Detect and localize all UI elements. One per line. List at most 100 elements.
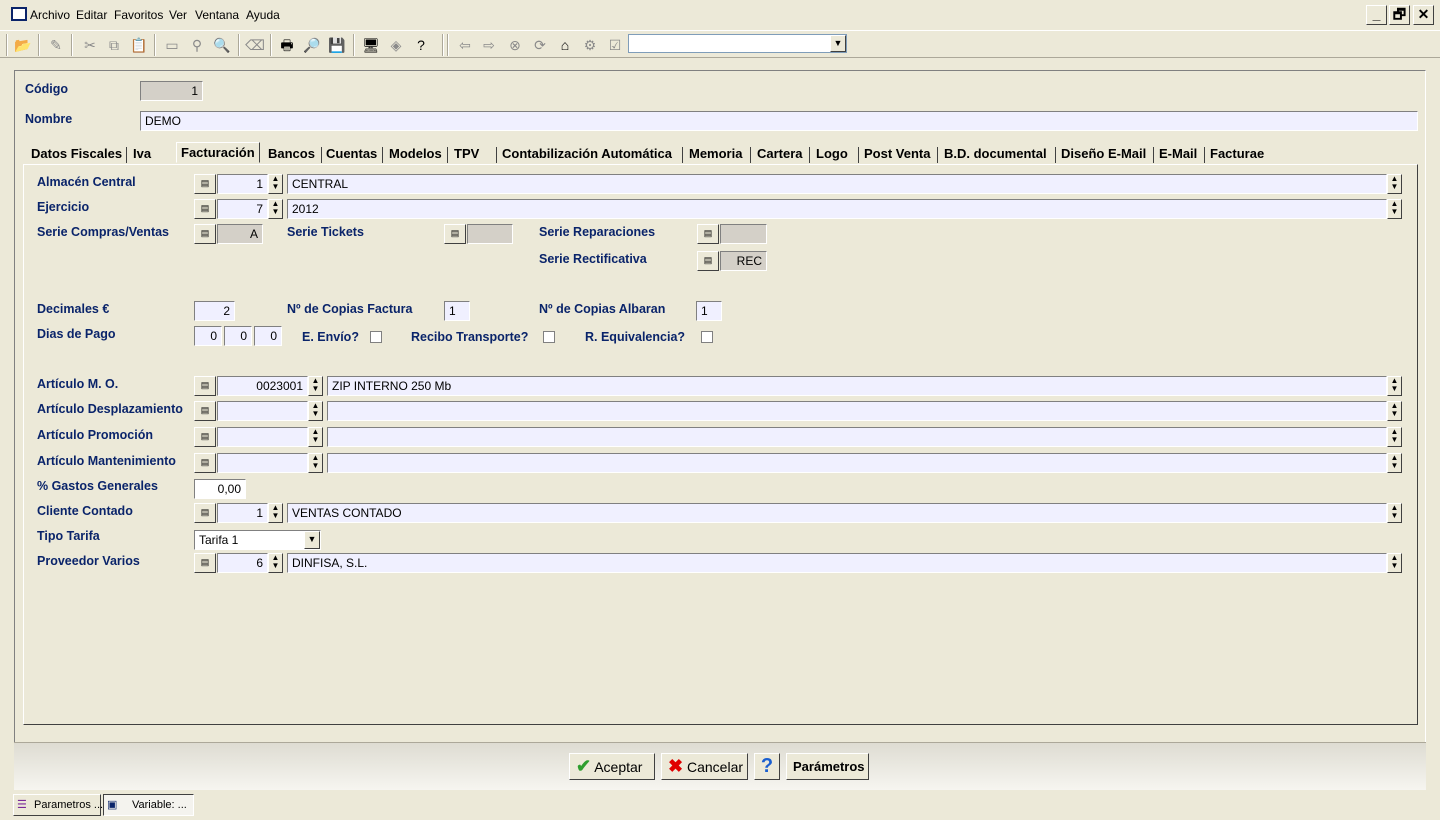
lookup-icon[interactable]: ▤ bbox=[194, 199, 216, 219]
spinner-icon[interactable]: ▲ ▼ bbox=[308, 376, 323, 396]
task-variable[interactable]: ▣ Variable: ... bbox=[103, 794, 194, 816]
scroll-spinner-icon[interactable]: ▲ ▼ bbox=[1387, 199, 1402, 219]
almacen-code-field[interactable]: 1 bbox=[217, 174, 268, 194]
tab-bancos[interactable]: Bancos bbox=[268, 146, 315, 161]
back-arrow-icon[interactable]: ⇦ bbox=[455, 35, 475, 55]
binoculars-icon[interactable]: ⚲ bbox=[187, 35, 207, 55]
menu-favoritos[interactable]: Favoritos bbox=[114, 8, 163, 22]
lookup-icon[interactable]: ▤ bbox=[194, 503, 216, 523]
e-envio-checkbox[interactable] bbox=[370, 331, 382, 343]
copias-factura-field[interactable]: 1 bbox=[444, 301, 470, 321]
window-icon[interactable]: ▭ bbox=[162, 35, 182, 55]
tab-bd-documental[interactable]: B.D. documental bbox=[944, 146, 1047, 161]
r-equivalencia-checkbox[interactable] bbox=[701, 331, 713, 343]
tab-email[interactable]: E-Mail bbox=[1159, 146, 1197, 161]
print-icon[interactable]: 🖶 bbox=[277, 35, 297, 55]
scroll-spinner-icon[interactable]: ▲ ▼ bbox=[1387, 453, 1402, 473]
save-icon[interactable]: 💾 bbox=[327, 35, 347, 55]
menu-ver[interactable]: Ver bbox=[169, 8, 187, 22]
spinner-icon[interactable]: ▲ ▼ bbox=[268, 199, 283, 219]
ejercicio-code-field[interactable]: 7 bbox=[217, 199, 268, 219]
proveedor-varios-code-field[interactable]: 6 bbox=[217, 553, 268, 573]
cliente-contado-code-field[interactable]: 1 bbox=[217, 503, 268, 523]
chevron-down-icon[interactable]: ▼ bbox=[304, 531, 320, 549]
articulo-desplazamiento-code-field[interactable] bbox=[217, 401, 308, 421]
search-icon[interactable]: 🔍 bbox=[212, 35, 232, 55]
lookup-icon[interactable]: ▤ bbox=[194, 427, 216, 447]
decimales-field[interactable]: 2 bbox=[194, 301, 235, 321]
home-icon[interactable]: ⌂ bbox=[555, 35, 575, 55]
tab-iva[interactable]: Iva bbox=[133, 146, 151, 161]
tab-datos-fiscales[interactable]: Datos Fiscales bbox=[31, 146, 122, 161]
articulo-promocion-desc-field[interactable] bbox=[327, 427, 1387, 447]
lookup-icon[interactable]: ▤ bbox=[194, 553, 216, 573]
scroll-spinner-icon[interactable]: ▲ ▼ bbox=[1387, 174, 1402, 194]
serie-cv-field[interactable]: A bbox=[217, 224, 263, 244]
articulo-promocion-code-field[interactable] bbox=[217, 427, 308, 447]
dias-pago-2-field[interactable]: 0 bbox=[224, 326, 252, 346]
aceptar-button[interactable]: ✔ Aceptar bbox=[569, 753, 655, 780]
menu-editar[interactable]: Editar bbox=[76, 8, 107, 22]
codigo-field[interactable]: 1 bbox=[140, 81, 203, 101]
forward-arrow-icon[interactable]: ⇨ bbox=[479, 35, 499, 55]
diamond-icon[interactable]: ◈ bbox=[386, 35, 406, 55]
lookup-icon[interactable]: ▤ bbox=[194, 376, 216, 396]
cliente-contado-desc-field[interactable]: VENTAS CONTADO bbox=[287, 503, 1387, 523]
tab-modelos[interactable]: Modelos bbox=[389, 146, 442, 161]
ejercicio-desc-field[interactable]: 2012 bbox=[287, 199, 1387, 219]
close-button[interactable]: ✕ bbox=[1413, 5, 1434, 25]
parametros-button[interactable]: Parámetros bbox=[786, 753, 869, 780]
open-folder-icon[interactable]: 📂 bbox=[13, 35, 33, 55]
spinner-icon[interactable]: ▲ ▼ bbox=[308, 453, 323, 473]
copy-icon[interactable]: ⧉ bbox=[104, 35, 124, 55]
spinner-icon[interactable]: ▲ ▼ bbox=[268, 174, 283, 194]
gastos-generales-field[interactable]: 0,00 bbox=[194, 479, 246, 499]
stop-icon[interactable]: ⊗ bbox=[505, 35, 525, 55]
spinner-icon[interactable]: ▲ ▼ bbox=[308, 401, 323, 421]
task-parametros[interactable]: ☰ Parametros ... bbox=[13, 794, 103, 816]
serie-reparaciones-field[interactable] bbox=[720, 224, 767, 244]
articulo-desplazamiento-desc-field[interactable] bbox=[327, 401, 1387, 421]
tab-logo[interactable]: Logo bbox=[816, 146, 848, 161]
refresh-icon[interactable]: ⟳ bbox=[530, 35, 550, 55]
spinner-icon[interactable]: ▲ ▼ bbox=[268, 503, 283, 523]
lookup-icon[interactable]: ▤ bbox=[194, 174, 216, 194]
serie-tickets-field[interactable] bbox=[467, 224, 513, 244]
help-button[interactable]: ? bbox=[754, 753, 780, 780]
minimize-button[interactable]: _ bbox=[1366, 5, 1387, 25]
nombre-field[interactable]: DEMO bbox=[140, 111, 1418, 131]
scroll-spinner-icon[interactable]: ▲ ▼ bbox=[1387, 401, 1402, 421]
scroll-spinner-icon[interactable]: ▲ ▼ bbox=[1387, 376, 1402, 396]
lookup-icon[interactable]: ▤ bbox=[194, 401, 216, 421]
scroll-spinner-icon[interactable]: ▲ ▼ bbox=[1387, 427, 1402, 447]
menu-archivo[interactable]: Archivo bbox=[30, 8, 70, 22]
tab-memoria[interactable]: Memoria bbox=[689, 146, 742, 161]
tab-cuentas[interactable]: Cuentas bbox=[326, 146, 377, 161]
cut-icon[interactable]: ✂ bbox=[80, 35, 100, 55]
tab-contabilizacion[interactable]: Contabilización Automática bbox=[502, 146, 672, 161]
dias-pago-1-field[interactable]: 0 bbox=[194, 326, 222, 346]
restore-button[interactable]: 🗗 bbox=[1389, 5, 1410, 25]
recibo-transporte-checkbox[interactable] bbox=[543, 331, 555, 343]
almacen-desc-field[interactable]: CENTRAL bbox=[287, 174, 1387, 194]
tab-cartera[interactable]: Cartera bbox=[757, 146, 803, 161]
articulo-mo-desc-field[interactable]: ZIP INTERNO 250 Mb bbox=[327, 376, 1387, 396]
menu-ventana[interactable]: Ventana bbox=[195, 8, 239, 22]
scroll-spinner-icon[interactable]: ▲ ▼ bbox=[1387, 503, 1402, 523]
tab-diseno-email[interactable]: Diseño E-Mail bbox=[1061, 146, 1146, 161]
lookup-icon[interactable]: ▤ bbox=[444, 224, 466, 244]
articulo-mantenimiento-code-field[interactable] bbox=[217, 453, 308, 473]
print-preview-icon[interactable]: 🔎 bbox=[302, 35, 322, 55]
spinner-icon[interactable]: ▲ ▼ bbox=[308, 427, 323, 447]
lookup-icon[interactable]: ▤ bbox=[697, 251, 719, 271]
cancelar-button[interactable]: ✖ Cancelar bbox=[661, 753, 748, 780]
chevron-down-icon[interactable]: ▼ bbox=[830, 35, 846, 52]
help-icon[interactable]: ? bbox=[411, 35, 431, 55]
lookup-icon[interactable]: ▤ bbox=[194, 453, 216, 473]
scroll-spinner-icon[interactable]: ▲ ▼ bbox=[1387, 553, 1402, 573]
proveedor-varios-desc-field[interactable]: DINFISA, S.L. bbox=[287, 553, 1387, 573]
tab-tpv[interactable]: TPV bbox=[454, 146, 479, 161]
tab-post-venta[interactable]: Post Venta bbox=[864, 146, 930, 161]
lookup-icon[interactable]: ▤ bbox=[194, 224, 216, 244]
spinner-icon[interactable]: ▲ ▼ bbox=[268, 553, 283, 573]
